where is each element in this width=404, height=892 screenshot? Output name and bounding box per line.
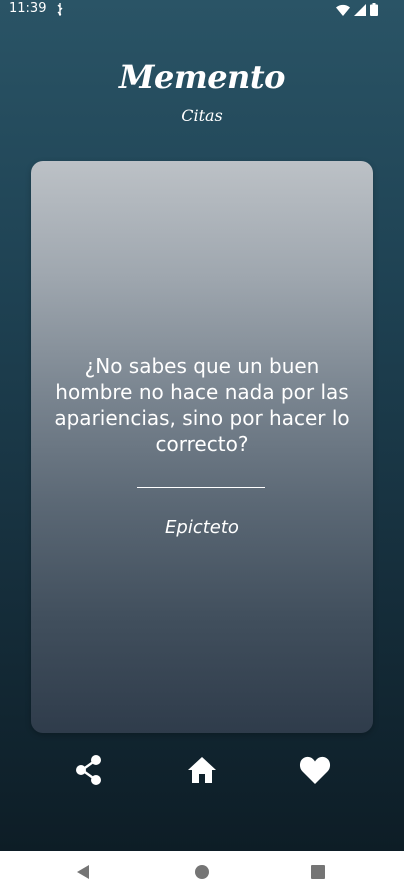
home-icon (187, 756, 217, 788)
quote-author: Epicteto (165, 517, 239, 538)
quote-text: ¿No sabes que un buen hombre no hace nad… (54, 354, 350, 456)
favorite-button[interactable] (297, 754, 333, 790)
app-screen: 11:39 Memento Citas ¿No sabes que un bue… (0, 0, 404, 851)
quote-card: ¿No sabes que un buen hombre no hace nad… (31, 161, 373, 733)
battery-icon (370, 3, 378, 20)
signal-icon (354, 3, 366, 20)
share-button[interactable] (71, 754, 107, 790)
usb-icon (56, 2, 64, 16)
system-nav-bar (0, 851, 404, 892)
status-bar: 11:39 (0, 0, 404, 20)
share-icon (74, 754, 104, 790)
app-title: Memento (119, 58, 285, 96)
quote-divider (137, 487, 265, 488)
circle-home-icon[interactable] (193, 863, 211, 881)
app-subtitle: Citas (181, 106, 223, 125)
status-icons (336, 3, 378, 20)
triangle-back-icon[interactable] (74, 863, 92, 881)
wifi-icon (336, 4, 350, 20)
square-recents-icon[interactable] (309, 863, 327, 881)
home-button[interactable] (184, 754, 220, 790)
status-time: 11:39 (9, 1, 47, 16)
heart-icon (299, 755, 331, 789)
